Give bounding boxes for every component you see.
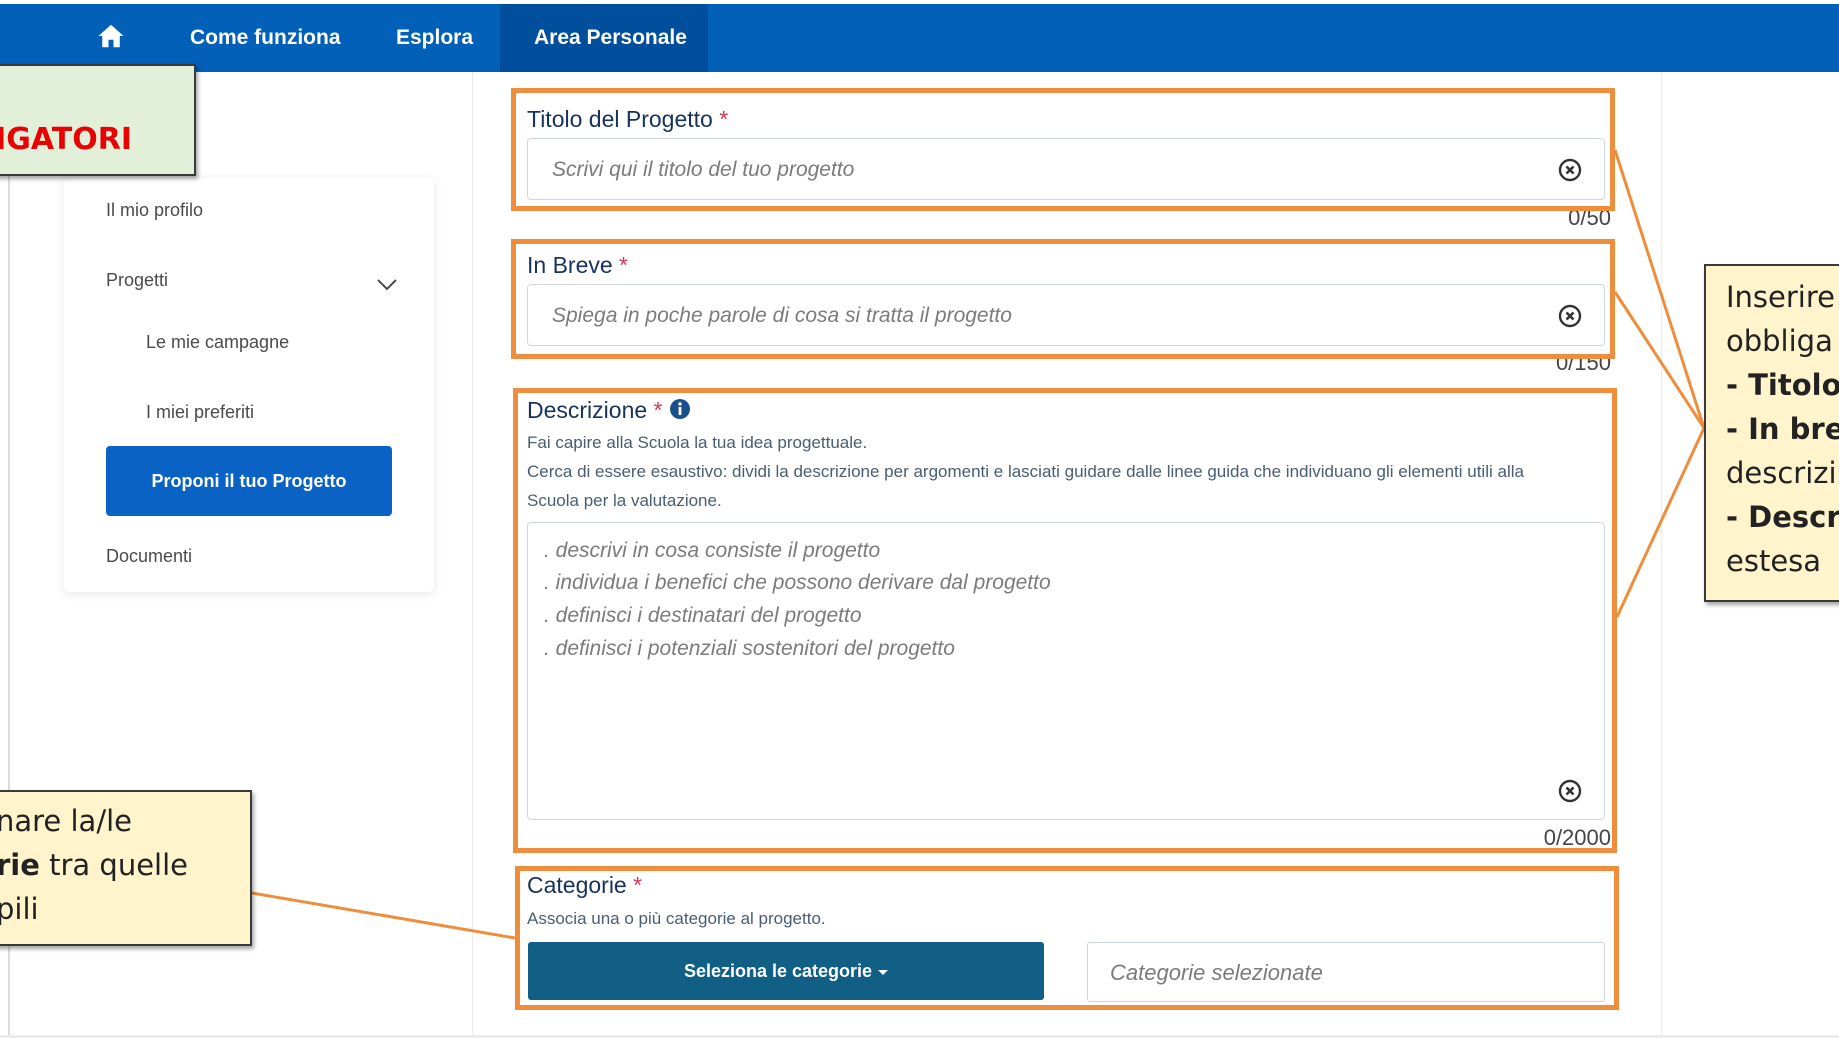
callout-line-rest: tra quelle [39, 848, 189, 882]
description-help-2: Cerca di essere esaustivo: dividi la des… [527, 462, 1524, 481]
sidebar: Il mio profilo Progetti Le mie campagne … [64, 178, 434, 592]
summary-input[interactable]: Spiega in poche parole di cosa si tratta… [527, 284, 1605, 346]
summary-label: In Breve * [527, 252, 628, 279]
clear-icon[interactable] [1558, 779, 1582, 803]
required-mark: * [619, 252, 628, 278]
sidebar-item-documents[interactable]: Documenti [106, 546, 192, 567]
description-placeholder-line: . definisci i destinatari del progetto [544, 604, 862, 627]
callout-line: Inserire [1726, 280, 1835, 314]
description-placeholder-line: . descrivi in cosa consiste il progetto [544, 539, 881, 562]
description-counter: 0/2000 [1543, 825, 1611, 850]
chevron-down-icon[interactable] [376, 278, 398, 292]
selected-categories-placeholder: Categorie selezionate [1110, 960, 1323, 985]
nav-area-personale[interactable]: Area Personale [534, 4, 687, 72]
categories-label: Categorie * [527, 872, 642, 899]
select-categories-label: Seleziona le categorie [683, 961, 873, 981]
callout-line: pili [0, 892, 39, 926]
clear-icon[interactable] [1558, 304, 1582, 328]
required-mark: * [719, 106, 729, 132]
callout-line: - In bre [1726, 412, 1839, 446]
nav-come-funziona[interactable]: Come funziona [190, 4, 341, 72]
caret-down-icon [878, 969, 889, 975]
title-label: Titolo del Progetto * [527, 106, 728, 133]
callout-line: estesa [1726, 544, 1822, 578]
title-input[interactable]: Scrivi qui il titolo del tuo progetto [527, 138, 1605, 200]
title-counter: 0/50 [1568, 205, 1611, 230]
required-fields-callout: Inserire obbliga - Titolo - In bre descr… [1704, 264, 1839, 602]
summary-placeholder: Spiega in poche parole di cosa si tratta… [552, 304, 1012, 327]
description-placeholder-line: . definisci i potenziali sostenitori del… [544, 637, 955, 660]
info-icon[interactable] [669, 398, 691, 420]
required-mark: * [633, 872, 643, 898]
description-help-3: Scuola per la valutazione. [527, 491, 722, 510]
propose-project-button[interactable]: Proponi il tuo Progetto [106, 446, 392, 516]
home-icon[interactable] [96, 21, 126, 51]
title-label-text: Titolo del Progetto [527, 106, 713, 132]
callout-line: - Titolo [1726, 368, 1839, 402]
callout-line: nare la/le [0, 804, 132, 838]
nav-esplora[interactable]: Esplora [396, 4, 473, 72]
select-categories-button[interactable]: Seleziona le categorie [528, 942, 1044, 1000]
description-help-1: Fai capire alla Scuola la tua idea proge… [527, 433, 868, 452]
categories-label-text: Categorie [527, 872, 627, 898]
categories-callout: nare la/le rie tra quelle pili [0, 790, 252, 946]
description-placeholder-line: . individua i benefici che possono deriv… [544, 571, 1051, 594]
sidebar-item-campaigns[interactable]: Le mie campagne [146, 332, 289, 353]
selected-categories-field[interactable]: Categorie selezionate [1087, 942, 1605, 1002]
mandatory-fields-note-text: IGATORI [0, 122, 132, 157]
sidebar-item-favorites[interactable]: I miei preferiti [146, 402, 254, 423]
required-mark: * [653, 397, 663, 423]
callout-line: descrizi [1726, 456, 1837, 490]
clear-icon[interactable] [1558, 158, 1582, 182]
categories-help: Associa una o più categorie al progetto. [527, 909, 826, 928]
callout-line: - Descr [1726, 500, 1839, 534]
sidebar-item-projects[interactable]: Progetti [106, 270, 168, 291]
description-textarea[interactable]: . descrivi in cosa consiste il progetto … [527, 522, 1605, 820]
description-label-text: Descrizione [527, 397, 648, 423]
callout-line: obbliga [1726, 324, 1833, 358]
callout-line: rie tra quelle [0, 848, 188, 882]
sidebar-item-profile[interactable]: Il mio profilo [106, 200, 203, 221]
summary-label-text: In Breve [527, 252, 613, 278]
mandatory-fields-note: IGATORI [0, 64, 196, 176]
callout-bold-word: rie [0, 848, 40, 882]
top-navbar: Come funziona Esplora Area Personale [0, 4, 1839, 72]
summary-counter: 0/150 [1555, 350, 1611, 375]
description-label: Descrizione * [527, 397, 663, 424]
title-placeholder: Scrivi qui il titolo del tuo progetto [552, 158, 855, 181]
